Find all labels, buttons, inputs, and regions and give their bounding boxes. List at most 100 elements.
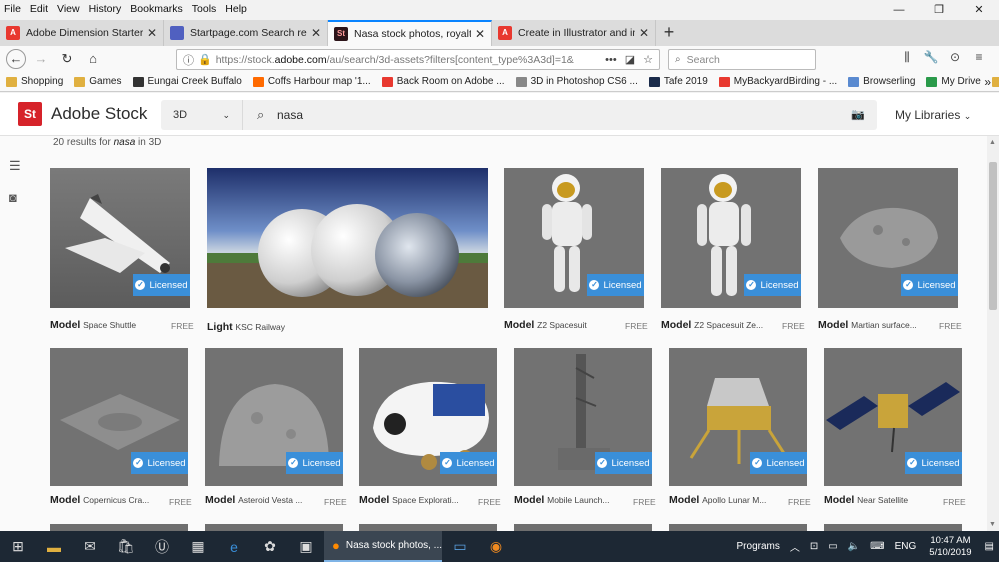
lock-icon[interactable]: 🔒 (198, 53, 212, 66)
volume-icon[interactable]: 🔈 (848, 541, 860, 552)
bookmark-item[interactable]: 3D in Photoshop CS6 ... (515, 76, 638, 87)
mobile-launcher-thumbnail[interactable]: ✓ Licensed (514, 348, 652, 486)
space-exploration-vehicle-thumbnail[interactable]: ✓ Licensed (359, 348, 497, 486)
bookmark-item[interactable]: Browserling (848, 76, 915, 87)
tab-startpage[interactable]: Startpage.com Search results ✕ (164, 20, 328, 46)
result-card-partial[interactable] (359, 524, 497, 531)
result-card[interactable]: ✓ Licensed Model Mobile Launch... FREE (514, 348, 656, 518)
bookmarks-overflow-icon[interactable]: » (984, 75, 991, 89)
library-icon[interactable]: ⫼ (895, 50, 919, 65)
tab-close-icon[interactable]: ✕ (147, 26, 157, 40)
calendar-icon[interactable]: ▦ (180, 531, 216, 562)
adobe-stock-logo[interactable]: St (18, 102, 42, 126)
result-card-partial[interactable] (824, 524, 962, 531)
pocket-icon[interactable]: ◪ (625, 53, 635, 66)
search-box[interactable]: ⌕ Search (668, 49, 816, 70)
result-card[interactable]: ✓ Licensed Model Near Satellite FREE (824, 348, 966, 518)
result-card[interactable]: ✓ Licensed Model Asteroid Vesta ... FREE (205, 348, 347, 518)
menu-tools[interactable]: Tools (192, 3, 217, 15)
near-satellite-thumbnail[interactable]: ✓ Licensed (824, 348, 962, 486)
space-shuttle-thumbnail[interactable]: ✓ Licensed (50, 168, 190, 308)
scroll-down-icon[interactable]: ▼ (989, 521, 996, 528)
page-scrollbar[interactable]: ▲ ▼ (987, 136, 999, 531)
result-card[interactable]: Light KSC Railway (207, 168, 488, 338)
copernicus-crater-thumbnail[interactable]: ✓ Licensed (50, 348, 188, 486)
result-card[interactable]: ✓ Licensed Model Space Explorati... FREE (359, 348, 501, 518)
tab-nasa-stock[interactable]: St Nasa stock photos, royalty-free ✕ (328, 20, 492, 46)
address-bar[interactable]: ⓘ 🔒 https://stock.adobe.com/au/search/3d… (176, 49, 660, 70)
new-tab-button[interactable]: + (656, 20, 682, 46)
file-explorer-icon[interactable]: ▬ (36, 531, 72, 562)
bookmark-star-icon[interactable]: ☆ (643, 53, 653, 66)
result-card[interactable]: ✓ Licensed Model Copernicus Cra... FREE (50, 348, 192, 518)
notifications-icon[interactable]: ▤ (985, 541, 994, 552)
result-card-partial[interactable] (205, 524, 343, 531)
martian-surface-thumbnail[interactable]: ✓ Licensed (818, 168, 958, 308)
result-card-partial[interactable] (50, 524, 188, 531)
bookmark-item[interactable]: Back Room on Adobe ... (381, 76, 505, 87)
apollo-lunar-module-thumbnail[interactable]: ✓ Licensed (669, 348, 807, 486)
z2-spacesuit-ze-thumbnail[interactable]: ✓ Licensed (661, 168, 801, 308)
wrench-icon[interactable]: 🔧 (919, 50, 943, 65)
my-libraries-dropdown[interactable]: My Libraries ⌄ (895, 108, 971, 122)
stock-search-input[interactable]: nasa (277, 108, 303, 122)
page-actions-icon[interactable]: ••• (605, 54, 617, 66)
tab-close-icon[interactable]: ✕ (475, 27, 485, 41)
tab-close-icon[interactable]: ✕ (311, 26, 321, 40)
filters-icon[interactable]: ☰ (9, 158, 21, 174)
camera-search-icon[interactable]: 📷 (851, 108, 865, 121)
menu-view[interactable]: View (57, 3, 80, 15)
asteroid-vesta-thumbnail[interactable]: ✓ Licensed (205, 348, 343, 486)
close-window-button[interactable]: ✕ (959, 0, 999, 20)
app-icon[interactable]: ✿ (252, 531, 288, 562)
result-card-partial[interactable] (669, 524, 807, 531)
reload-button[interactable]: ↻ (56, 48, 78, 70)
menu-history[interactable]: History (89, 3, 122, 15)
menu-file[interactable]: File (4, 3, 21, 15)
store-icon[interactable]: 🛍 (108, 531, 144, 562)
home-button[interactable]: ⌂ (82, 48, 104, 70)
extension-icon[interactable]: ⊙ (943, 50, 967, 65)
mail-icon[interactable]: ✉ (72, 531, 108, 562)
bookmark-item[interactable]: MyBackyardBirding - ... (718, 76, 837, 87)
bookmark-item[interactable]: useful (991, 76, 999, 87)
network-icon[interactable]: ⊡ (810, 541, 818, 552)
photos-icon[interactable]: ▣ (288, 531, 324, 562)
restore-button[interactable]: ❐ (919, 0, 959, 20)
programs-toolbar[interactable]: Programs (737, 541, 780, 552)
result-card[interactable]: ✓ Licensed Model Z2 Spacesuit FREE (504, 168, 648, 338)
battery-icon[interactable]: ▭ (828, 541, 837, 552)
language-indicator[interactable]: ENG (895, 541, 917, 552)
keyboard-icon[interactable]: ⌨ (870, 541, 884, 552)
result-card-partial[interactable] (514, 524, 652, 531)
bookmark-item[interactable]: Tafe 2019 (648, 76, 708, 87)
unreal-icon[interactable]: Ⓤ (144, 531, 180, 562)
result-card[interactable]: ✓ Licensed Model Space Shuttle FREE (50, 168, 194, 338)
bookmark-item[interactable]: My Drive (926, 76, 981, 87)
menu-help[interactable]: Help (225, 3, 247, 15)
result-card[interactable]: ✓ Licensed Model Apollo Lunar M... FREE (669, 348, 811, 518)
tab-illustrator[interactable]: A Create in Illustrator and import ✕ (492, 20, 656, 46)
result-card[interactable]: ✓ Licensed Model Martian surface... FREE (818, 168, 962, 338)
z2-spacesuit-thumbnail[interactable]: ✓ Licensed (504, 168, 644, 308)
bookmark-item[interactable]: Coffs Harbour map '1... (252, 76, 371, 87)
start-icon[interactable]: ⊞ (0, 531, 36, 562)
window-icon[interactable]: ▭ (442, 531, 478, 562)
edge-icon[interactable]: e (216, 531, 252, 562)
bookmark-item[interactable]: Games (74, 76, 122, 87)
taskbar-firefox-active[interactable]: ● Nasa stock photos, ... (324, 531, 442, 562)
menu-edit[interactable]: Edit (30, 3, 48, 15)
ksc-railway-thumbnail[interactable] (207, 168, 488, 308)
bookmark-item[interactable]: Eungai Creek Buffalo (132, 76, 242, 87)
bookmark-item[interactable]: Shopping (6, 76, 63, 87)
category-select[interactable]: 3D ⌄ (161, 100, 243, 130)
url-text[interactable]: https://stock.adobe.com/au/search/3d-ass… (216, 54, 597, 66)
menu-bookmarks[interactable]: Bookmarks (130, 3, 183, 15)
tab-adobe-dimension[interactable]: A Adobe Dimension Starter Asse ✕ (0, 20, 164, 46)
blender-icon[interactable]: ◉ (478, 531, 514, 562)
scroll-up-icon[interactable]: ▲ (989, 139, 996, 146)
menu-icon[interactable]: ≡ (967, 50, 991, 65)
tab-close-icon[interactable]: ✕ (639, 26, 649, 40)
camera-icon[interactable]: ◙ (9, 190, 17, 205)
forward-button[interactable]: → (30, 48, 52, 70)
